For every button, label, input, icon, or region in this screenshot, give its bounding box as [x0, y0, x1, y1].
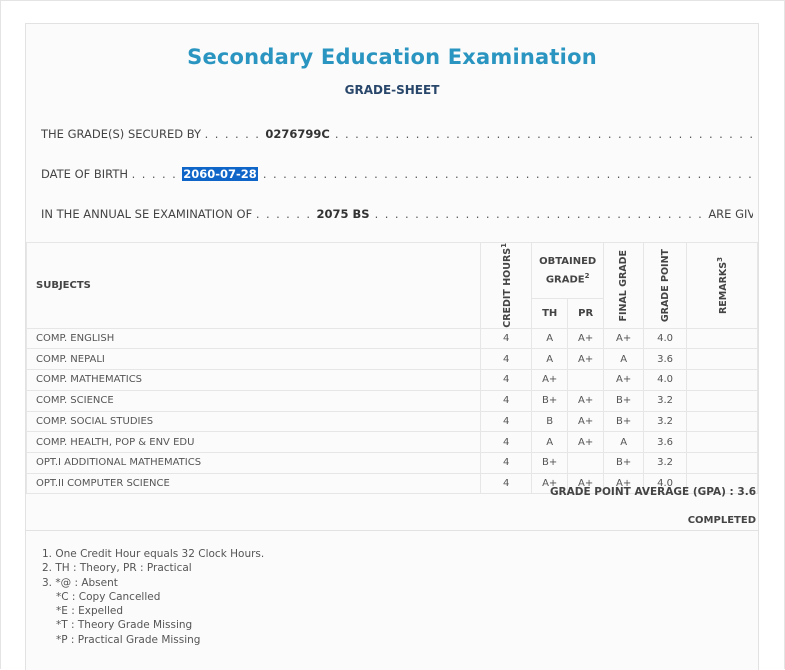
- table-row: COMP. SOCIAL STUDIES 4 B A+ B+ 3.2: [25, 410, 758, 433]
- remarks-cell: [686, 369, 758, 391]
- th-cell: A: [531, 431, 569, 453]
- remarks-cell: [686, 410, 758, 433]
- subject-cell: COMP. NEPALI: [25, 348, 482, 371]
- footnote: *C : Copy Cancelled: [56, 590, 161, 603]
- exam-line: IN THE ANNUAL SE EXAMINATION OF . . . . …: [41, 207, 753, 221]
- th-header: TH: [531, 298, 569, 329]
- credit-cell: 4: [480, 327, 533, 350]
- point-cell: 3.6: [643, 431, 688, 453]
- remarks-cell: [686, 389, 758, 412]
- final-cell: B+: [603, 451, 645, 474]
- table-row: COMP. MATHEMATICS 4 A+ A+ 4.0: [25, 369, 758, 391]
- dob-value[interactable]: 2060-07-28: [182, 167, 258, 181]
- remarks-cell: [686, 431, 758, 453]
- pr-cell: A+: [567, 410, 605, 433]
- th-cell: A+: [531, 369, 569, 391]
- final-cell: A: [603, 431, 645, 453]
- exam-year[interactable]: 2075 BS: [317, 207, 370, 221]
- subject-cell: COMP. HEALTH, POP & ENV EDU: [25, 431, 482, 453]
- table-row: OPT.I ADDITIONAL MATHEMATICS 4 B+ B+ 3.2: [25, 451, 758, 474]
- subject-cell: COMP. SCIENCE: [25, 389, 482, 412]
- credit-cell: 4: [480, 472, 533, 495]
- dob-label: DATE OF BIRTH: [41, 167, 129, 181]
- pr-cell: A+: [567, 389, 605, 412]
- dob-line: DATE OF BIRTH . . . . . 2060-07-28 . . .…: [41, 167, 753, 181]
- credit-cell: 4: [480, 410, 533, 433]
- pr-cell: A+: [567, 327, 605, 350]
- footnote: 1. One Credit Hour equals 32 Clock Hours…: [42, 548, 265, 560]
- secured-by-label: THE GRADE(S) SECURED BY: [41, 127, 202, 141]
- subject-cell: OPT.I ADDITIONAL MATHEMATICS: [25, 451, 482, 474]
- exam-suffix: ARE GIVEN BELOW: [708, 207, 753, 221]
- table-row: COMP. HEALTH, POP & ENV EDU 4 A A+ A 3.6: [25, 431, 758, 453]
- remarks-cell: [686, 348, 758, 371]
- pr-cell: A+: [567, 431, 605, 453]
- final-cell: A+: [603, 369, 645, 391]
- pr-cell: [567, 369, 605, 391]
- subjects-header: SUBJECTS: [25, 242, 482, 329]
- point-cell: 3.2: [643, 389, 688, 412]
- table-row: COMP. SCIENCE 4 B+ A+ B+ 3.2: [25, 389, 758, 412]
- sheet-subtitle: GRADE-SHEET: [344, 83, 440, 97]
- footnote: *T : Theory Grade Missing: [56, 619, 193, 632]
- pr-cell: A+: [567, 348, 605, 371]
- th-cell: B: [531, 410, 569, 433]
- subject-cell: COMP. ENGLISH: [25, 327, 482, 350]
- remarks-header: REMARKS3: [686, 242, 758, 329]
- grade-sheet: Secondary Education Examination GRADE-SH…: [25, 23, 759, 670]
- exam-title: Secondary Education Examination: [187, 45, 597, 69]
- footnote: *E : Expelled: [56, 605, 124, 618]
- remarks-cell: [686, 451, 758, 474]
- credit-cell: 4: [480, 451, 533, 474]
- point-cell: 4.0: [643, 369, 688, 391]
- subject-cell: OPT.II COMPUTER SCIENCE: [25, 472, 482, 495]
- credit-hours-header: CREDIT HOURS1: [480, 242, 533, 329]
- credit-cell: 4: [480, 431, 533, 453]
- th-cell: A: [531, 348, 569, 371]
- gpa-summary: GRADE POINT AVERAGE (GPA) : 3.6: [549, 486, 756, 498]
- table-row: COMP. NEPALI 4 A A+ A 3.6: [25, 348, 758, 371]
- subject-cell: COMP. MATHEMATICS: [25, 369, 482, 391]
- final-cell: B+: [603, 410, 645, 433]
- pr-header: PR: [567, 298, 605, 329]
- page-frame: Secondary Education Examination GRADE-SH…: [0, 0, 785, 670]
- credit-cell: 4: [480, 348, 533, 371]
- final-cell: A: [603, 348, 645, 371]
- final-cell: A+: [603, 327, 645, 350]
- th-cell: A: [531, 327, 569, 350]
- credit-cell: 4: [480, 369, 533, 391]
- table-row: COMP. ENGLISH 4 A A+ A+ 4.0: [25, 327, 758, 350]
- symbol-number[interactable]: 0276799C: [265, 127, 329, 141]
- secured-by-line: THE GRADE(S) SECURED BY . . . . . . 0276…: [41, 127, 753, 141]
- obtained-grade-header: OBTAINED GRADE2: [531, 241, 605, 300]
- point-cell: 3.2: [643, 410, 688, 433]
- footnote: 2. TH : Theory, PR : Practical: [42, 562, 192, 575]
- th-cell: B+: [531, 451, 569, 474]
- grades-table: SUBJECTS CREDIT HOURS1 OBTAINED GRADE2 F…: [25, 241, 758, 495]
- remarks-cell: [686, 327, 758, 350]
- point-cell: 3.6: [643, 348, 688, 371]
- th-cell: B+: [531, 389, 569, 412]
- credit-cell: 4: [480, 389, 533, 412]
- footnotes: 1. One Credit Hour equals 32 Clock Hours…: [42, 547, 264, 647]
- grade-point-header: GRADE POINT: [643, 242, 688, 329]
- notes-divider: [26, 530, 758, 531]
- result-status: COMPLETED: [687, 515, 756, 526]
- point-cell: 4.0: [643, 327, 688, 350]
- footnote: 3. *@ : Absent: [42, 576, 118, 589]
- final-grade-header: FINAL GRADE: [603, 242, 645, 329]
- exam-label: IN THE ANNUAL SE EXAMINATION OF: [41, 207, 253, 221]
- footnote: *P : Practical Grade Missing: [56, 633, 201, 646]
- subject-cell: COMP. SOCIAL STUDIES: [25, 410, 482, 433]
- pr-cell: [567, 451, 605, 474]
- final-cell: B+: [603, 389, 645, 412]
- point-cell: 3.2: [643, 451, 688, 474]
